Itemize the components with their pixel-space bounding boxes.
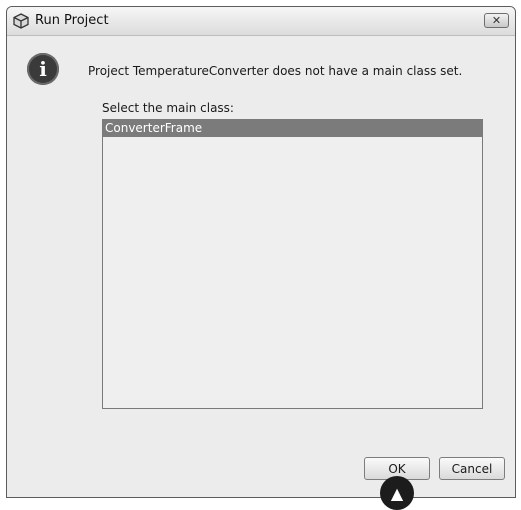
list-item-converterframe[interactable]: ConverterFrame bbox=[103, 120, 482, 137]
up-triangle-icon: ▲ bbox=[390, 483, 404, 503]
information-icon: i bbox=[27, 53, 59, 85]
no-main-class-message: Project TemperatureConverter does not ha… bbox=[88, 64, 463, 78]
cancel-button[interactable]: Cancel bbox=[439, 457, 505, 480]
select-main-class-label: Select the main class: bbox=[102, 101, 234, 115]
close-icon: ✕ bbox=[491, 14, 502, 27]
project-cube-icon bbox=[13, 13, 29, 29]
information-icon-glyph: i bbox=[39, 57, 47, 81]
run-project-dialog: Run Project ✕ i Project TemperatureConve… bbox=[6, 6, 516, 498]
title-bar[interactable]: Run Project ✕ bbox=[7, 7, 515, 36]
click-marker-icon: ▲ bbox=[380, 476, 414, 510]
window-title: Run Project bbox=[35, 13, 109, 28]
main-class-list[interactable]: ConverterFrame bbox=[102, 119, 483, 409]
close-button[interactable]: ✕ bbox=[484, 13, 509, 28]
